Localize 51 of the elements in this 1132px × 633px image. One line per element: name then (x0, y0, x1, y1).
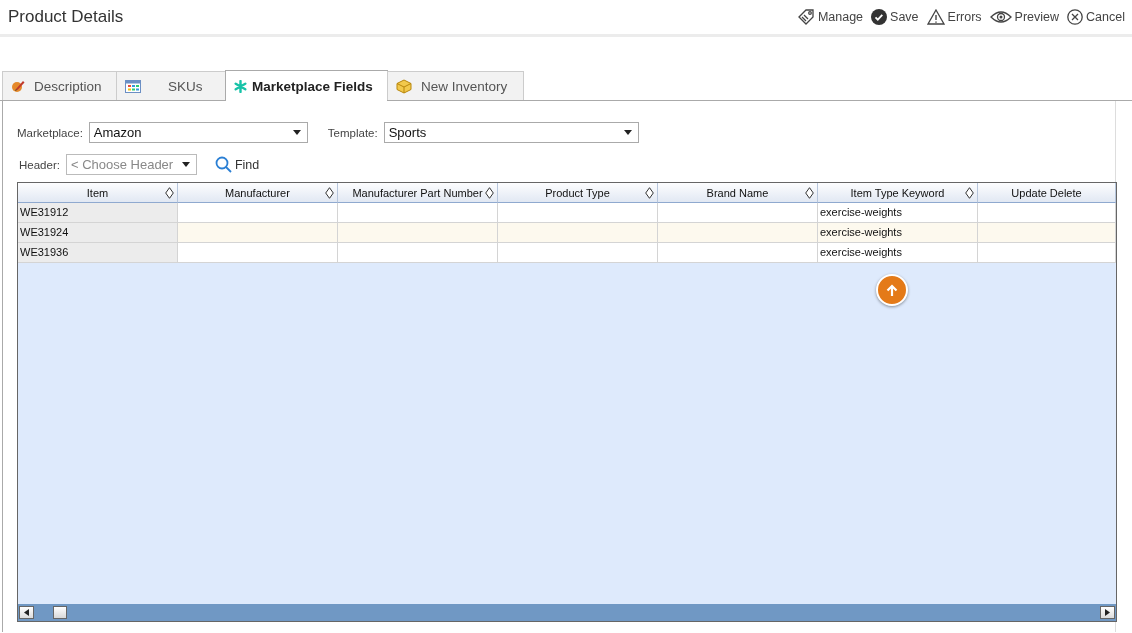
tab[interactable]: Marketplace Fields (225, 70, 388, 101)
close-circle-icon (1067, 9, 1084, 25)
action-button[interactable]: Errors (926, 9, 982, 25)
column-header[interactable]: Item (18, 183, 178, 203)
caret-icon (623, 130, 632, 135)
tab[interactable]: New Inventory (387, 71, 524, 100)
dropdown-field[interactable]: Sports (383, 122, 639, 143)
scroll-top-button[interactable] (876, 274, 908, 306)
dropdown-field[interactable]: Amazon (88, 122, 308, 143)
column-header[interactable]: Update Delete (978, 183, 1116, 203)
left-arrow-icon (24, 609, 29, 616)
action-button[interactable]: Save (871, 9, 919, 25)
dropdown-field[interactable]: < Choose Header (65, 154, 197, 175)
field-label: Header: (19, 158, 60, 171)
horizontal-scrollbar[interactable] (18, 604, 1116, 621)
action-button[interactable]: Cancel (1067, 9, 1125, 25)
column-header[interactable]: Product Type (498, 183, 658, 203)
column-header[interactable]: Manufacturer Part Number (338, 183, 498, 203)
caret-icon (181, 162, 190, 167)
scroll-right-button[interactable] (1100, 606, 1115, 619)
table-cell: exercise-weights (818, 203, 978, 223)
action-button[interactable]: Preview (989, 10, 1060, 24)
table-cell: WE31936 (18, 243, 178, 263)
scroll-thumb[interactable] (53, 606, 67, 619)
check-circle-icon (871, 9, 888, 25)
scroll-left-button[interactable] (19, 606, 34, 619)
column-header[interactable]: Item Type Keyword (818, 183, 978, 203)
page-title: Product Details (8, 7, 124, 27)
tag-icon (796, 9, 815, 25)
find-button[interactable]: Find (214, 156, 260, 173)
warning-icon (926, 9, 945, 25)
action-button[interactable]: Manage (796, 9, 864, 25)
pencil-icon (11, 79, 25, 93)
table-icon (125, 79, 141, 93)
table-cell: WE31912 (18, 203, 178, 223)
tab[interactable]: Description (2, 71, 117, 100)
tab[interactable]: SKUs (116, 71, 226, 100)
column-header[interactable]: Brand Name (658, 183, 818, 203)
search-icon (214, 156, 232, 173)
field-label: Template: (327, 126, 378, 139)
up-arrow-icon (886, 283, 898, 297)
table-cell: exercise-weights (818, 243, 978, 263)
asterisk-icon (234, 79, 247, 93)
table-cell: WE31924 (18, 223, 178, 243)
right-arrow-icon (1105, 609, 1110, 616)
caret-icon (292, 130, 301, 135)
column-header[interactable]: Manufacturer (178, 183, 338, 203)
eye-icon (989, 10, 1012, 24)
field-label: Marketplace: (17, 126, 83, 139)
box-icon (396, 78, 412, 94)
table-cell: exercise-weights (818, 223, 978, 243)
